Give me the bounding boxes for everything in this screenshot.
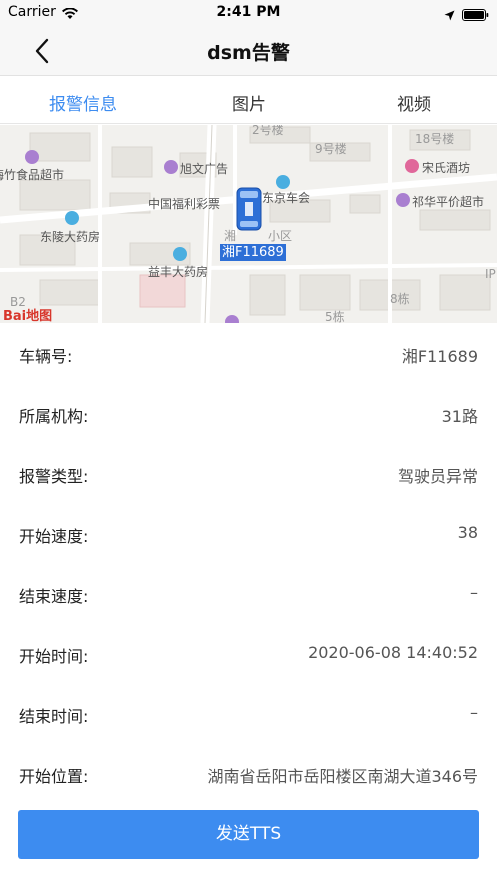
status-bar: Carrier 2:41 PM: [0, 0, 497, 24]
location-arrow-icon: [444, 6, 455, 25]
info-row-start-time: 开始时间: 2020-06-08 14:40:52: [0, 623, 497, 683]
map-label-xuwen-ads: 旭文广告: [180, 162, 229, 176]
map-label-ip: IP: [485, 267, 496, 281]
info-row-end-time: 结束时间: –: [0, 683, 497, 743]
shopping-basket-icon: [25, 150, 39, 164]
tab-pictures[interactable]: 图片: [166, 90, 332, 115]
car-service-icon: [276, 175, 290, 189]
info-value: 驾驶员异常: [397, 467, 478, 486]
info-value: 湖南省岳阳市岳阳楼区南湖大道346号: [207, 767, 478, 786]
info-label: 报警类型:: [19, 467, 89, 486]
info-row-alarm-type: 报警类型: 驾驶员异常: [0, 443, 497, 503]
map-label-building-18: 18号楼: [415, 132, 455, 146]
info-row-start-speed: 开始速度: 38: [0, 503, 497, 563]
map-label-food-market: 梅竹食品超市: [0, 168, 65, 182]
map-label-songshi-hotel: 宋氏酒坊: [422, 161, 471, 175]
map-label-building-8: 8栋: [390, 292, 410, 306]
map-label-community-suffix: 小区: [268, 229, 293, 243]
info-row-start-location: 开始位置: 湖南省岳阳市岳阳楼区南湖大道346号: [0, 743, 497, 803]
tab-bar: 报警信息 图片 视频: [0, 77, 497, 124]
tab-video[interactable]: 视频: [331, 90, 497, 115]
map-label-dongjing-club: 东京车会: [262, 191, 311, 205]
info-row-end-speed: 结束速度: –: [0, 563, 497, 623]
map-label-building-9: 9号楼: [315, 142, 347, 156]
tab-alarm-info[interactable]: 报警信息: [0, 90, 166, 115]
send-tts-button[interactable]: 发送TTS: [18, 810, 479, 859]
info-value: 2020-06-08 14:40:52: [308, 643, 478, 662]
battery-icon: [462, 6, 489, 25]
map-label-community: 湘: [224, 229, 237, 243]
info-value: 38: [457, 523, 478, 542]
supermarket-icon: [396, 193, 410, 207]
info-row-vehicle: 车辆号: 湘F11689: [0, 323, 497, 383]
shopping-icon: [164, 160, 178, 174]
info-label: 开始时间:: [19, 647, 89, 666]
pharmacy-icon: [173, 247, 187, 261]
info-value: –: [470, 583, 478, 602]
navigation-bar: dsm告警: [0, 24, 497, 76]
info-label: 结束时间:: [19, 707, 89, 726]
info-value: 湘F11689: [401, 347, 478, 366]
clock: 2:41 PM: [216, 4, 281, 20]
map-label-welfare-lottery: 中国福利彩票: [148, 197, 221, 211]
info-value: –: [470, 703, 478, 722]
map-label-building-2: 2号楼: [252, 125, 284, 137]
pharmacy-icon: [65, 211, 79, 225]
info-value: 31路: [441, 407, 478, 426]
baidu-map-logo: Bai地图: [3, 309, 53, 323]
page-title: dsm告警: [207, 42, 290, 64]
info-label: 所属机构:: [19, 407, 89, 426]
shopping-icon: [225, 315, 239, 323]
vehicle-plate-label: 湘F11689: [220, 244, 286, 261]
info-row-organization: 所属机构: 31路: [0, 383, 497, 443]
info-label: 开始速度:: [19, 527, 89, 546]
hotel-icon: [405, 159, 419, 173]
map-label-building-5: 5栋: [325, 310, 345, 323]
map-label-donglin-pharmacy: 东陵大药房: [40, 230, 101, 244]
map-label-qihua-market: 祁华平价超市: [412, 195, 485, 209]
info-label: 结束速度:: [19, 587, 89, 606]
map-view[interactable]: 2号楼 9号楼 18号楼 梅竹食品超市 旭文广告 宋氏酒坊 中国福利彩票 东京车…: [0, 125, 497, 323]
info-label: 开始位置:: [19, 767, 89, 786]
info-label: 车辆号:: [19, 347, 73, 366]
map-label-yifeng-pharmacy: 益丰大药房: [148, 265, 209, 279]
